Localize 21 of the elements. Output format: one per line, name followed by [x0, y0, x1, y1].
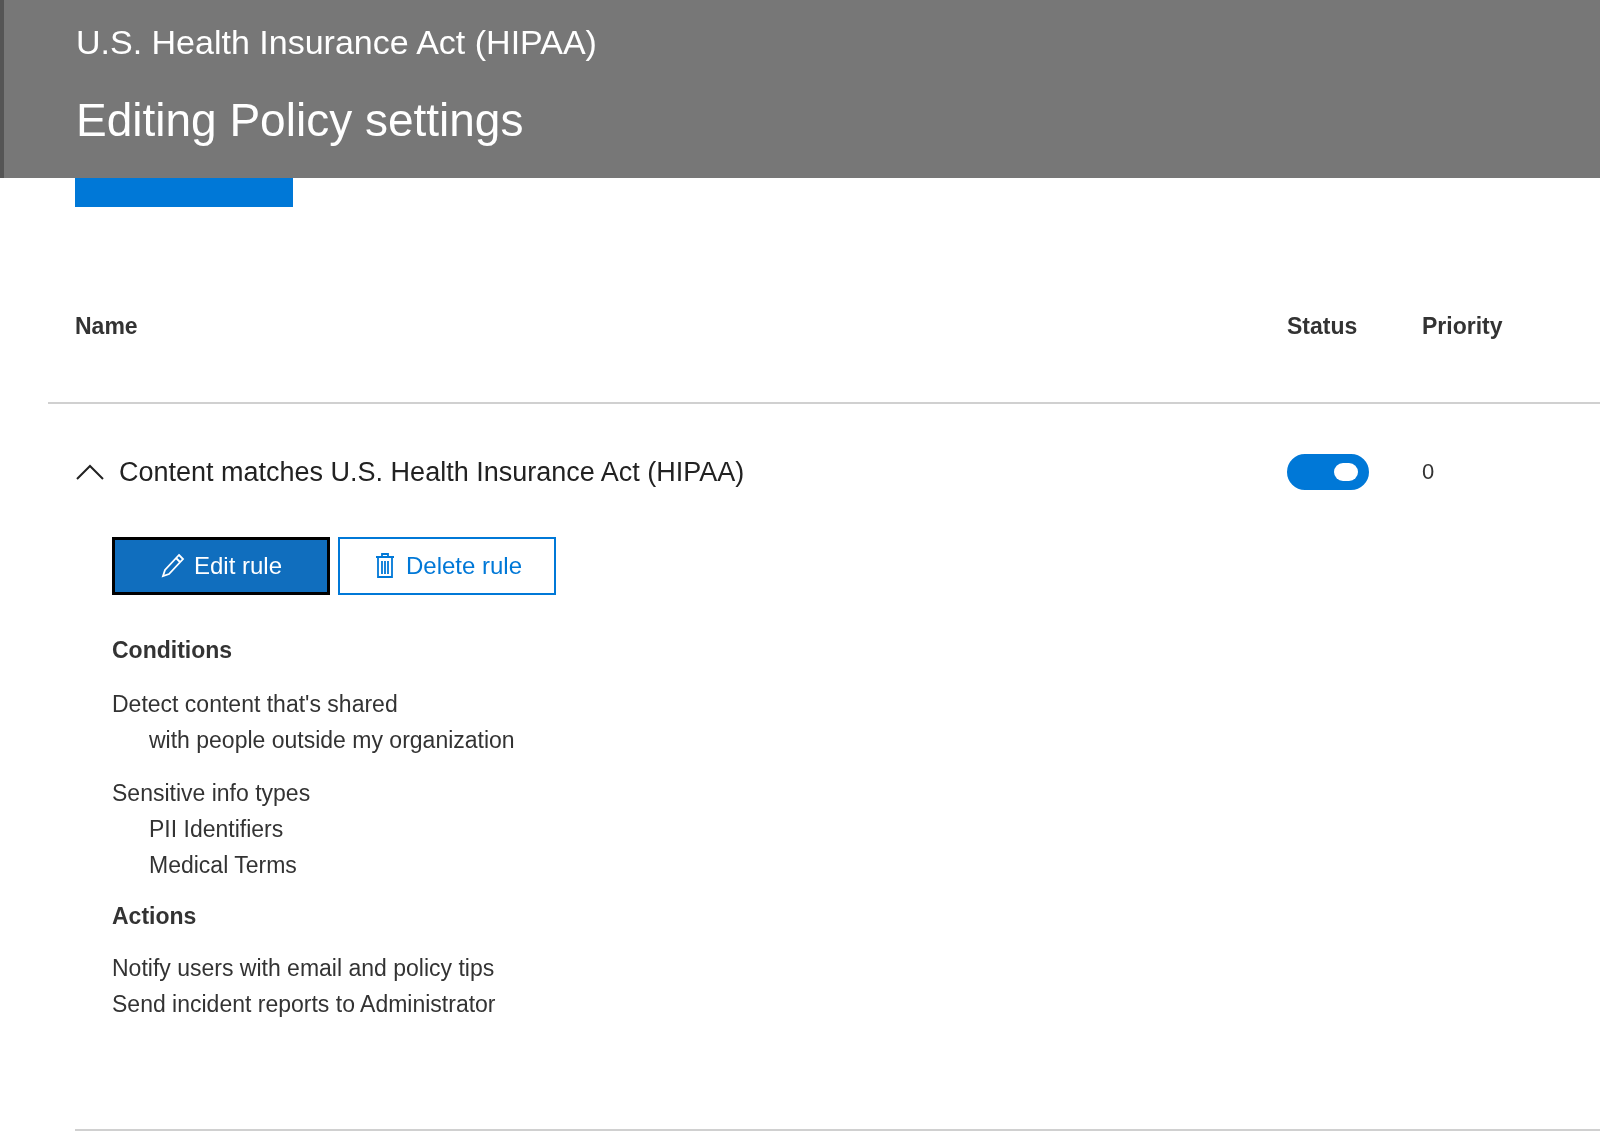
status-toggle[interactable]: [1287, 454, 1369, 490]
column-header[interactable]: Status: [1287, 313, 1422, 340]
action-text: Send incident reports to Administrator: [112, 990, 497, 1019]
rule-name: Content matches U.S. Health Insurance Act (HIPAA): [119, 456, 745, 488]
chevron-up-icon[interactable]: [75, 462, 105, 482]
page-title: Editing Policy settings: [76, 93, 525, 148]
condition-text: Detect content that's shared: [112, 690, 399, 719]
condition-text: Sensitive info types: [112, 779, 312, 808]
edit-rule-button[interactable]: Edit rule: [112, 537, 330, 595]
section-heading: Actions: [112, 903, 198, 930]
policy-name: U.S. Health Insurance Act (HIPAA): [76, 22, 598, 63]
priority-value: 0: [1422, 459, 1436, 485]
section-heading: Conditions: [112, 637, 234, 664]
column-header[interactable]: Priority: [1422, 313, 1522, 340]
delete-rule-button[interactable]: Delete rule: [338, 537, 556, 595]
action-text: Notify users with email and policy tips: [112, 954, 496, 983]
column-header[interactable]: Name: [75, 313, 1287, 340]
condition-value: Medical Terms: [148, 851, 298, 880]
pencil-icon: [159, 552, 186, 580]
condition-value: with people outside my organization: [148, 726, 516, 755]
condition-value: PII Identifiers: [148, 815, 285, 844]
